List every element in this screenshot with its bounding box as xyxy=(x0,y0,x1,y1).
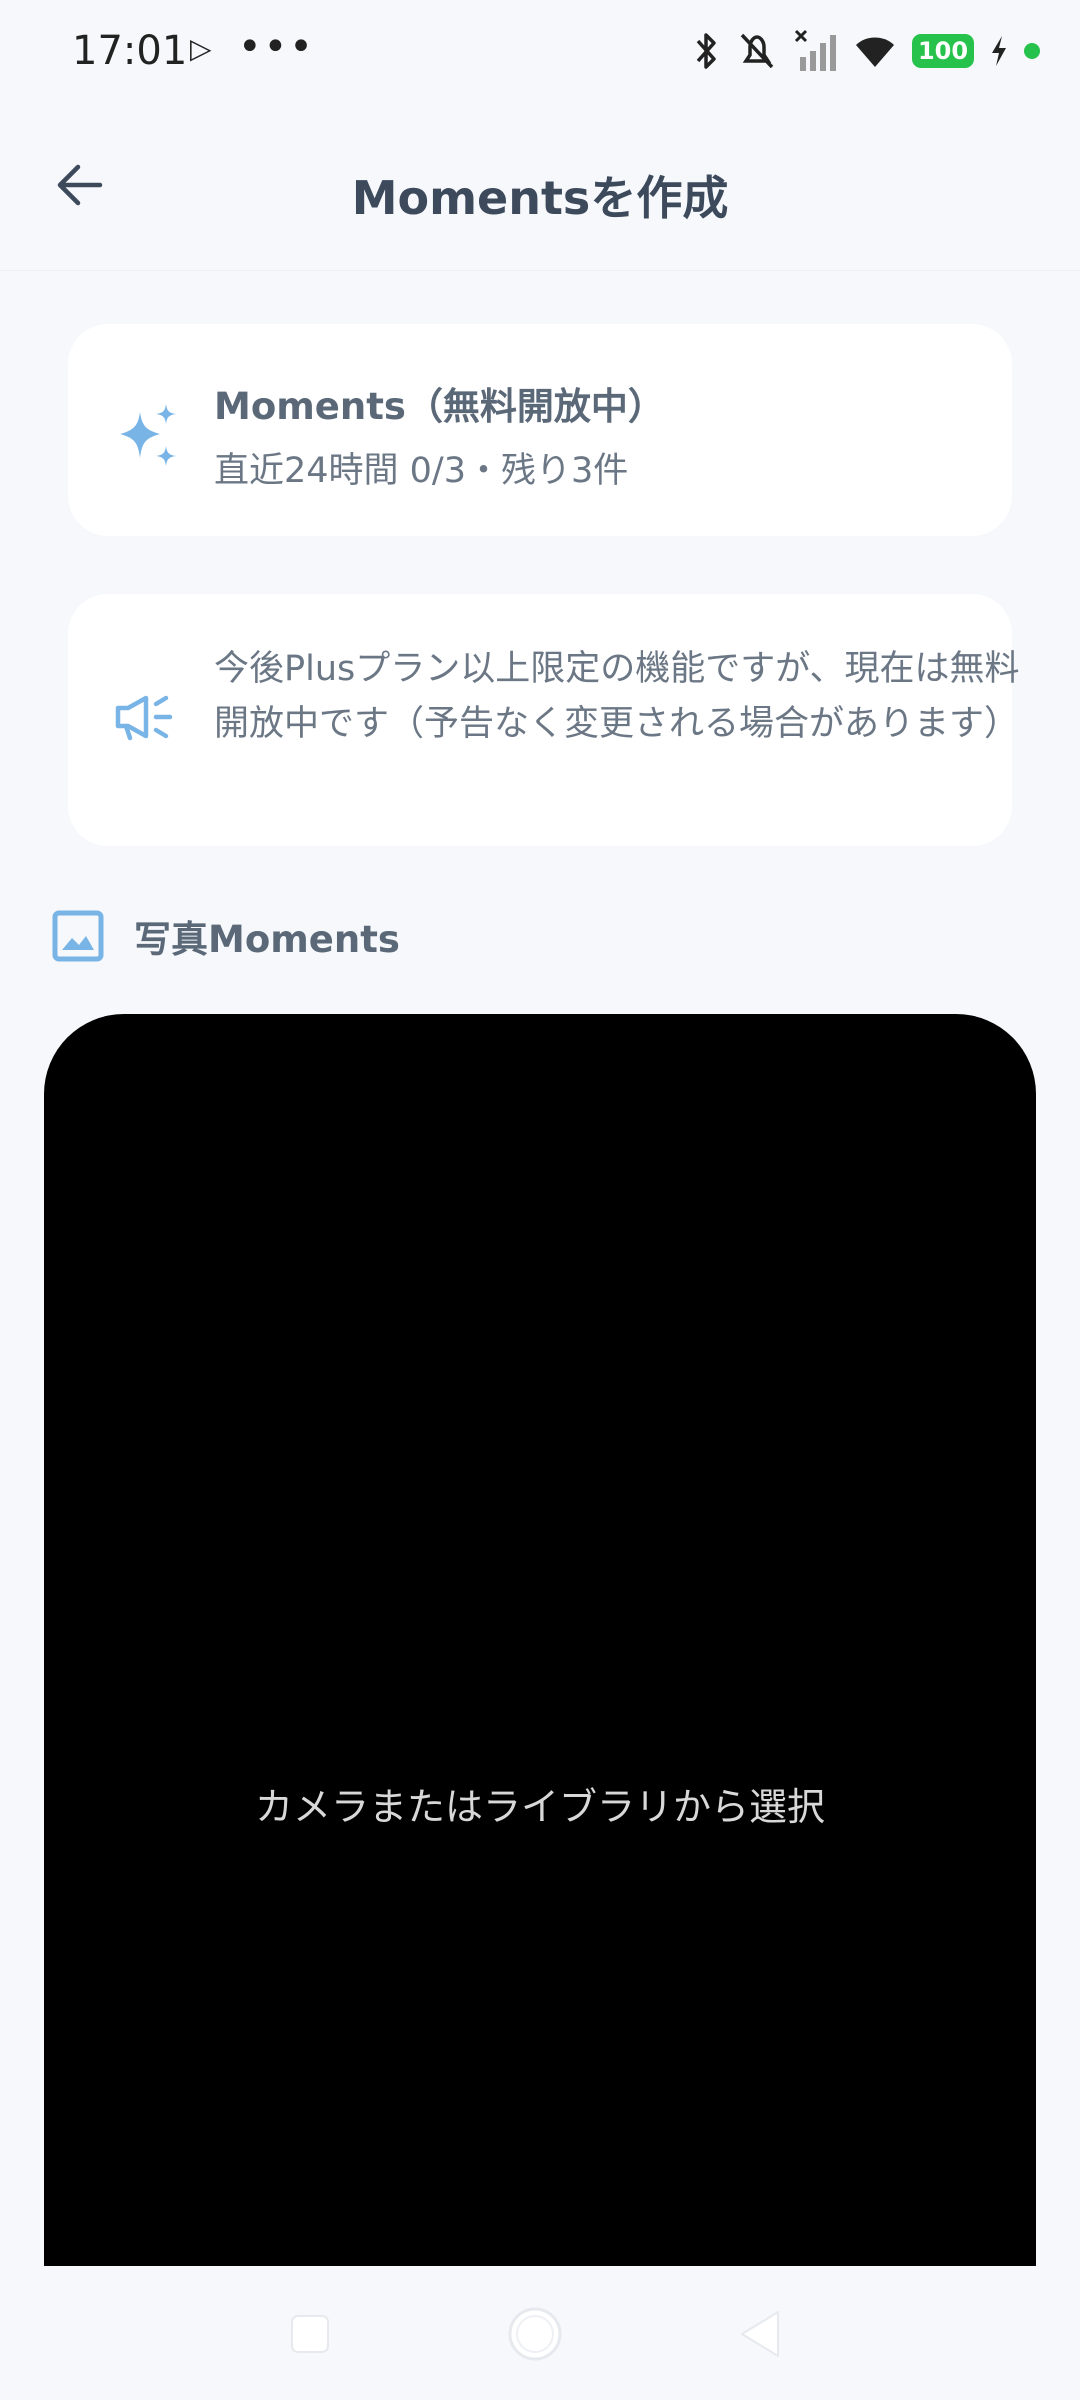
recent-apps-button[interactable] xyxy=(280,2304,340,2364)
system-nav-bar xyxy=(0,2266,1080,2400)
status-bar: 17:01 ▷ ••• 100 xyxy=(0,0,1080,100)
image-icon xyxy=(52,910,104,962)
plan-notice-card: 今後Plusプラン以上限定の機能ですが、現在は無料開放中です（予告なく変更される… xyxy=(68,594,1020,846)
charging-icon xyxy=(992,36,1006,66)
app-header: Momentsを作成 xyxy=(0,100,1080,271)
square-icon xyxy=(291,2315,329,2353)
triangle-back-icon xyxy=(741,2311,779,2357)
signal-icon xyxy=(794,29,836,71)
photo-moments-section-header: 写真Moments xyxy=(52,908,400,964)
circle-icon xyxy=(508,2307,562,2361)
notice-text: 今後Plusプラン以上限定の機能ですが、現在は無料開放中です（予告なく変更される… xyxy=(214,649,1020,744)
home-button[interactable] xyxy=(505,2304,565,2364)
photo-picker-label: カメラまたはライブラリから選択 xyxy=(254,1785,825,1829)
play-icon: ▷ xyxy=(190,32,212,65)
battery-indicator: 100 xyxy=(912,34,974,68)
sparkles-icon xyxy=(120,404,176,466)
back-nav-button[interactable] xyxy=(730,2304,790,2364)
bell-muted-icon xyxy=(740,33,774,69)
status-overflow: ••• xyxy=(238,24,315,70)
wifi-icon xyxy=(856,37,894,67)
status-time: 17:01 xyxy=(72,28,188,74)
megaphone-icon xyxy=(115,695,173,741)
photo-picker[interactable]: カメラまたはライブラリから選択 xyxy=(44,1014,1036,2266)
status-icons: 100 xyxy=(692,26,1040,76)
section-title: 写真Moments xyxy=(134,918,400,961)
quota-title: Moments（無料開放中） xyxy=(214,385,665,428)
quota-usage-text: 直近24時間 0/3・残り3件 xyxy=(214,451,629,491)
privacy-dot-icon xyxy=(1024,43,1040,59)
moments-quota-card: Moments（無料開放中） 直近24時間 0/3・残り3件 xyxy=(68,324,1012,536)
bluetooth-icon xyxy=(696,33,716,69)
page-title: Momentsを作成 xyxy=(351,171,729,225)
